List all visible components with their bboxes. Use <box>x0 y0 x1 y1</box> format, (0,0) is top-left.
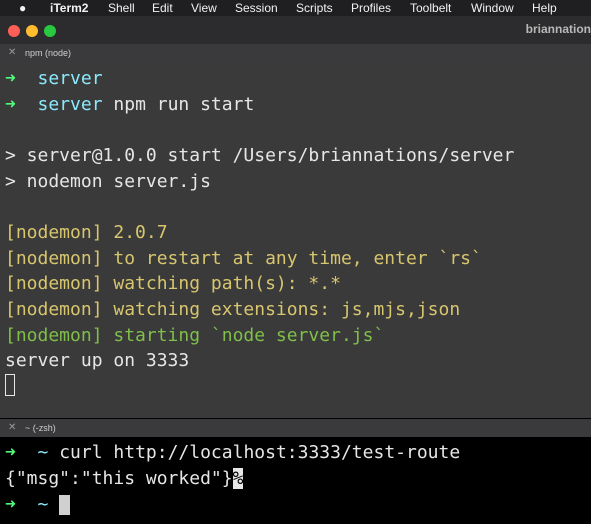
window-titlebar[interactable] <box>0 16 591 44</box>
apple-menu-icon[interactable]: ● <box>19 1 26 15</box>
close-window-button[interactable] <box>8 25 20 37</box>
menu-view[interactable]: View <box>191 1 217 15</box>
prompt-dir: ~ <box>37 442 49 463</box>
menu-window[interactable]: Window <box>471 1 514 15</box>
prompt-arrow-icon: ➜ <box>5 442 16 463</box>
menu-app-name[interactable]: iTerm2 <box>50 1 88 15</box>
terminal-line: ➜ server <box>5 66 103 92</box>
menu-session[interactable]: Session <box>235 1 278 15</box>
command-output: {"msg":"this worked"} <box>5 468 233 489</box>
terminal-line: > server@1.0.0 start /Users/briannations… <box>5 145 515 166</box>
command-text: curl http://localhost:3333/test-route <box>48 442 461 463</box>
prompt-dir: ~ <box>37 494 49 515</box>
pane-tab-zsh[interactable]: ✕ ~ (-zsh) <box>0 419 591 437</box>
menu-help[interactable]: Help <box>532 1 557 15</box>
command-text: npm run start <box>102 94 255 115</box>
terminal-line: [nodemon] starting `node server.js` <box>5 325 385 346</box>
menu-toolbelt[interactable]: Toolbelt <box>410 1 451 15</box>
prompt-arrow-icon: ➜ <box>5 94 16 115</box>
terminal-line: server up on 3333 <box>5 350 190 371</box>
close-pane-icon[interactable]: ✕ <box>8 47 16 58</box>
terminal-line: > nodemon server.js <box>5 171 211 192</box>
terminal-pane-npm[interactable]: ➜ server ➜ server npm run start > server… <box>0 62 591 418</box>
terminal-pane-zsh[interactable]: ➜ ~ curl http://localhost:3333/test-rout… <box>0 437 591 524</box>
terminal-line: [nodemon] 2.0.7 <box>5 222 168 243</box>
pane-tab-npm[interactable]: ✕ npm (node) <box>0 44 591 62</box>
no-newline-marker: % <box>232 468 244 489</box>
menu-shell[interactable]: Shell <box>108 1 135 15</box>
prompt-arrow-icon: ➜ <box>5 68 16 89</box>
zoom-window-button[interactable] <box>44 25 56 37</box>
pane-tab-label: ~ (-zsh) <box>25 423 56 433</box>
terminal-line: [nodemon] watching path(s): *.* <box>5 273 341 294</box>
menu-edit[interactable]: Edit <box>152 1 173 15</box>
prompt-dir: server <box>37 68 103 89</box>
terminal-line: {"msg":"this worked"}% <box>5 466 244 492</box>
terminal-line: ➜ ~ curl http://localhost:3333/test-rout… <box>5 440 460 466</box>
terminal-line: [nodemon] to restart at any time, enter … <box>5 248 482 269</box>
terminal-line: ➜ ~ <box>5 492 71 518</box>
terminal-line: [nodemon] watching extensions: js,mjs,js… <box>5 299 461 320</box>
terminal-cursor <box>5 374 15 396</box>
minimize-window-button[interactable] <box>26 25 38 37</box>
menu-scripts[interactable]: Scripts <box>296 1 333 15</box>
pane-tab-label: npm (node) <box>25 48 72 58</box>
window-title: briannation <box>525 22 591 36</box>
menu-bar: ● iTerm2 Shell Edit View Session Scripts… <box>0 0 591 16</box>
terminal-line: ➜ server npm run start <box>5 92 254 118</box>
prompt-dir: server <box>37 94 103 115</box>
prompt-arrow-icon: ➜ <box>5 494 16 515</box>
close-pane-icon[interactable]: ✕ <box>8 422 16 433</box>
terminal-cursor <box>59 495 71 515</box>
menu-profiles[interactable]: Profiles <box>351 1 391 15</box>
